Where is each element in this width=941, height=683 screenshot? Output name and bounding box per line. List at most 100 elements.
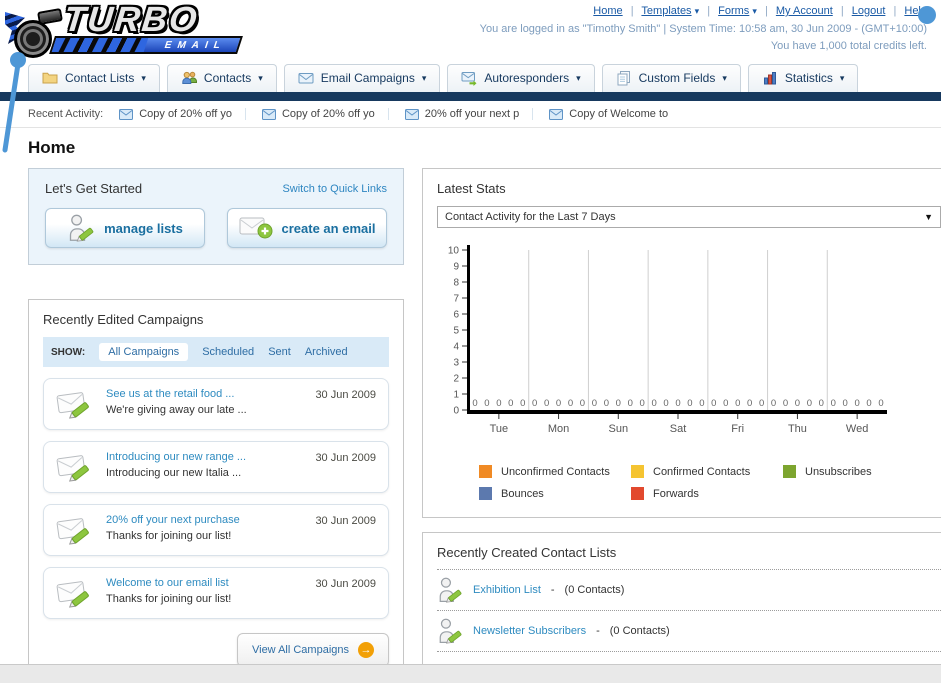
svg-text:0: 0 <box>544 398 549 409</box>
svg-text:0: 0 <box>819 398 824 409</box>
latest-stats-panel: Latest Stats Contact Activity for the La… <box>422 168 941 518</box>
legend-label: Unsubscribes <box>805 465 872 478</box>
stats-report-select[interactable]: Contact Activity for the Last 7 Days ▼ <box>437 206 941 228</box>
tab-statistics[interactable]: Statistics ▾ <box>747 64 859 92</box>
campaign-card[interactable]: Introducing our new range ... Introducin… <box>43 441 389 493</box>
switch-quick-links-link[interactable]: Switch to Quick Links <box>282 183 387 195</box>
help-bubble-icon[interactable] <box>918 6 936 24</box>
svg-text:0: 0 <box>711 398 716 409</box>
activity-item-label: Copy of 20% off yo <box>281 108 375 120</box>
legend-swatch <box>631 487 644 500</box>
tab-contact-lists[interactable]: Contact Lists ▾ <box>28 64 160 92</box>
svg-text:9: 9 <box>453 262 459 273</box>
svg-text:0: 0 <box>484 398 489 409</box>
filter-all-campaigns[interactable]: All Campaigns <box>99 343 189 361</box>
svg-text:10: 10 <box>448 246 460 257</box>
campaign-card[interactable]: 20% off your next purchase Thanks for jo… <box>43 504 389 556</box>
campaign-card[interactable]: Welcome to our email list Thanks for joi… <box>43 567 389 619</box>
pages-icon <box>617 71 630 86</box>
show-label: SHOW: <box>51 346 86 358</box>
button-label: create an email <box>281 220 376 236</box>
campaigns-panel-title: Recently Edited Campaigns <box>43 312 204 327</box>
recent-activity-item[interactable]: Copy of 20% off yo <box>261 108 389 120</box>
tab-contacts[interactable]: Contacts ▾ <box>166 64 277 92</box>
envelope-icon <box>119 108 134 120</box>
tab-label: Statistics <box>784 71 833 85</box>
campaign-date: 30 Jun 2009 <box>315 389 376 401</box>
svg-text:0: 0 <box>453 406 459 417</box>
navy-divider-bar <box>0 92 941 101</box>
tab-custom-fields[interactable]: Custom Fields ▾ <box>601 64 741 92</box>
contact-list-separator: - <box>550 584 555 596</box>
contact-list-link[interactable]: Newsletter Subscribers <box>473 625 586 637</box>
recent-activity-label: Recent Activity: <box>28 108 104 120</box>
svg-text:0: 0 <box>771 398 776 409</box>
legend-item: Unconfirmed Contacts <box>479 465 631 478</box>
view-all-campaigns-button[interactable]: View All Campaigns → <box>236 633 389 667</box>
nav-separator: | <box>630 5 634 17</box>
person-pencil-icon <box>439 618 462 644</box>
button-label: View All Campaigns <box>251 644 349 656</box>
svg-text:0: 0 <box>568 398 573 409</box>
svg-text:0: 0 <box>604 398 609 409</box>
svg-text:0: 0 <box>783 398 788 409</box>
legend-item: Unsubscribes <box>783 465 935 478</box>
recent-activity-item[interactable]: 20% off your next p <box>404 108 534 120</box>
svg-text:0: 0 <box>759 398 764 409</box>
right-column: Latest Stats Contact Activity for the La… <box>422 168 941 683</box>
svg-text:2: 2 <box>453 374 459 385</box>
logo-subtitle: EMAIL <box>163 39 228 51</box>
chart-legend: Unconfirmed Contacts Confirmed Contacts Un… <box>479 465 941 509</box>
chevron-down-icon: ▾ <box>576 72 581 83</box>
filter-archived[interactable]: Archived <box>305 346 348 358</box>
footer-strip <box>0 664 941 683</box>
svg-text:0: 0 <box>616 398 621 409</box>
recent-activity-item[interactable]: Copy of 20% off yo <box>119 108 246 120</box>
create-email-button[interactable]: create an email <box>227 208 387 248</box>
svg-text:0: 0 <box>592 398 597 409</box>
chevron-down-icon: ▾ <box>694 6 700 16</box>
select-arrow-icon: ▼ <box>924 212 933 222</box>
svg-text:0: 0 <box>556 398 561 409</box>
tab-email-campaigns[interactable]: Email Campaigns ▾ <box>283 64 441 92</box>
svg-text:3: 3 <box>453 358 459 369</box>
chevron-down-icon: ▾ <box>752 6 757 16</box>
page-title: Home <box>28 138 76 157</box>
campaign-card[interactable]: See us at the retail food ... We're givi… <box>43 378 389 430</box>
nav-link-my-account[interactable]: My Account <box>776 5 833 17</box>
envelope-arrow-icon <box>461 72 477 86</box>
campaign-title-link[interactable]: See us at the retail food ... <box>106 388 247 400</box>
person-pencil-icon <box>439 577 462 603</box>
nav-link-templates[interactable]: Templates <box>641 5 691 17</box>
logo-title: TURBO <box>62 0 201 39</box>
svg-text:0: 0 <box>640 398 645 409</box>
campaign-title-link[interactable]: 20% off your next purchase <box>106 514 240 526</box>
campaign-title-link[interactable]: Welcome to our email list <box>106 577 231 589</box>
tab-autoresponders[interactable]: Autoresponders ▾ <box>447 64 595 92</box>
nav-link-forms[interactable]: Forms <box>718 5 749 17</box>
tab-label: Contacts <box>203 71 252 85</box>
manage-lists-button[interactable]: manage lists <box>45 208 205 248</box>
content-columns: Let's Get Started Switch to Quick Links <box>0 168 941 683</box>
nav-separator: | <box>764 5 768 17</box>
contact-list-link[interactable]: Exhibition List <box>473 584 541 596</box>
campaign-subtitle: Thanks for joining our list! <box>106 593 232 605</box>
recent-activity-item[interactable]: Copy of Welcome to <box>549 108 681 120</box>
svg-text:0: 0 <box>580 398 585 409</box>
svg-text:6: 6 <box>453 310 459 321</box>
filter-scheduled[interactable]: Scheduled <box>202 346 254 358</box>
nav-link-logout[interactable]: Logout <box>852 5 886 17</box>
envelope-plus-icon <box>239 217 273 239</box>
envelope-icon <box>549 108 564 120</box>
app-logo: EMAIL TURBO <box>8 0 243 60</box>
filter-sent[interactable]: Sent <box>268 346 291 358</box>
campaign-title-link[interactable]: Introducing our new range ... <box>106 451 246 463</box>
legend-swatch <box>479 465 492 478</box>
nav-separator: | <box>893 5 897 17</box>
legend-label: Confirmed Contacts <box>653 465 751 478</box>
header: EMAIL TURBO Home | Templates ▾ | Forms ▾… <box>0 0 941 62</box>
recently-created-contact-lists-panel: Recently Created Contact Lists Exhibitio… <box>422 532 941 683</box>
svg-text:0: 0 <box>866 398 871 409</box>
nav-separator: | <box>707 5 711 17</box>
nav-link-home[interactable]: Home <box>593 5 622 17</box>
